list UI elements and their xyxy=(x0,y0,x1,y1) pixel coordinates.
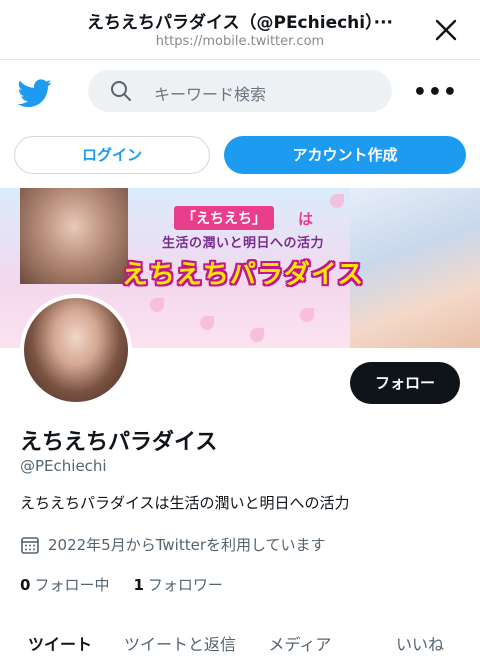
browser-page-title: えちえちパラダイス（@PEchiechi）··· xyxy=(87,13,393,33)
followers-label: フォロワー xyxy=(147,576,223,594)
tab-tweets-and-replies[interactable]: ツイートと返信 xyxy=(120,620,240,670)
tab-media[interactable]: メディア xyxy=(240,620,360,670)
petal-decoration xyxy=(330,194,344,208)
search-input[interactable]: キーワード検索 xyxy=(154,81,266,105)
avatar[interactable] xyxy=(20,294,132,406)
browser-bar: えちえちパラダイス（@PEchiechi）··· https://mobile.… xyxy=(0,0,480,60)
follow-button[interactable]: フォロー xyxy=(350,362,460,404)
banner-photo-right xyxy=(350,188,480,348)
following-label: フォロー中 xyxy=(34,576,110,594)
close-icon[interactable] xyxy=(432,16,460,44)
followers-count: 1 xyxy=(133,576,144,594)
joined-text: 2022年5月からTwitterを利用しています xyxy=(48,536,326,554)
profile-name: えちえちパラダイス xyxy=(20,430,218,455)
petal-decoration xyxy=(300,308,314,322)
browser-url[interactable]: https://mobile.twitter.com xyxy=(60,34,420,49)
banner-tagline-suffix: は xyxy=(298,210,314,228)
banner-title: えちえちパラダイス xyxy=(121,260,365,290)
profile-tabs: ツイート ツイートと返信 メディア いいね xyxy=(0,620,480,670)
more-options-icon[interactable]: ••• xyxy=(413,80,458,105)
banner-tagline-small: 「えちえち」 xyxy=(174,206,274,230)
petal-decoration xyxy=(200,316,214,330)
petal-decoration xyxy=(250,328,264,342)
top-nav: キーワード検索 ••• xyxy=(0,60,480,126)
follow-stats: 0 フォロー中 1 フォロワー xyxy=(20,574,223,595)
profile-handle: @PEchiechi xyxy=(20,457,107,475)
banner-photo-left xyxy=(20,188,128,284)
profile-bio: えちえちパラダイスは生活の潤いと明日への活力 xyxy=(20,494,350,512)
following-link[interactable]: 0 フォロー中 xyxy=(20,574,109,595)
petal-decoration xyxy=(150,298,164,312)
followers-link[interactable]: 1 フォロワー xyxy=(133,574,222,595)
following-count: 0 xyxy=(20,576,31,594)
tab-likes[interactable]: いいね xyxy=(360,620,480,670)
twitter-bird-icon[interactable] xyxy=(18,76,52,110)
search-bar[interactable]: キーワード検索 xyxy=(88,70,392,112)
banner-tagline: 生活の潤いと明日への活力 xyxy=(161,236,324,251)
calendar-icon xyxy=(21,536,39,554)
login-button[interactable]: ログイン xyxy=(14,136,210,174)
search-icon xyxy=(111,81,131,101)
create-account-button[interactable]: アカウント作成 xyxy=(224,136,466,174)
joined-date: 2022年5月からTwitterを利用しています xyxy=(20,534,326,555)
tab-tweets[interactable]: ツイート xyxy=(0,620,120,670)
